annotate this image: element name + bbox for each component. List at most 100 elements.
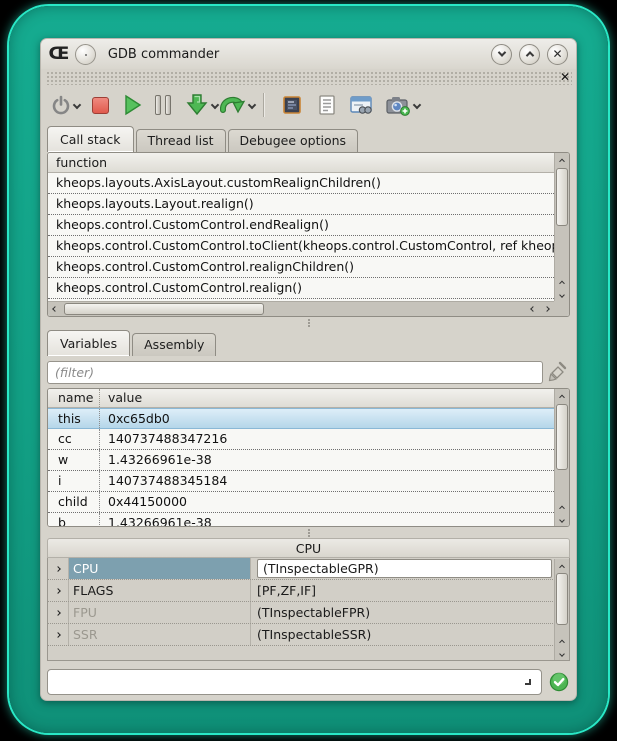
expander-icon[interactable] <box>48 624 68 645</box>
cpu-row[interactable]: FLAGS [PF,ZF,IF] <box>48 580 569 602</box>
cpu-value-editor[interactable]: (TInspectableGPR) <box>257 559 552 578</box>
scrollbar-track[interactable] <box>555 166 569 275</box>
shade-button[interactable] <box>491 44 512 65</box>
pause-button[interactable] <box>155 91 171 119</box>
variable-value: 140737488347216 <box>100 429 554 449</box>
cpu-row[interactable]: SSR (TInspectableSSR) <box>48 624 569 646</box>
cpu-view-button[interactable] <box>281 91 303 119</box>
cpu-row-name[interactable]: SSR <box>68 624 250 645</box>
chevron-down-icon <box>497 48 505 56</box>
scrollbar-thumb[interactable] <box>556 404 568 470</box>
cpu-grid: CPU (TInspectableGPR) FLAGS [PF,ZF,IF] F… <box>47 558 570 661</box>
cpu-row-name[interactable]: FPU <box>68 602 250 623</box>
scrollbar-track[interactable] <box>62 302 526 316</box>
close-window-button[interactable]: ✕ <box>547 44 568 65</box>
call-stack-panel: function kheops.layouts.AxisLayout.custo… <box>47 152 570 317</box>
splitter-handle[interactable] <box>41 527 576 538</box>
variable-value: 1.43266961e-38 <box>100 513 554 527</box>
tab-thread-list[interactable]: Thread list <box>136 129 226 152</box>
variable-row[interactable]: child 0x44150000 <box>48 492 554 513</box>
filter-row <box>47 360 570 384</box>
cpu-row-value[interactable]: (TInspectableSSR) <box>250 624 554 645</box>
scroll-up-icon[interactable] <box>555 634 569 647</box>
call-stack-row[interactable]: kheops.layouts.Layout.realign() <box>48 194 554 215</box>
scroll-up-icon[interactable] <box>555 500 569 513</box>
tab-call-stack[interactable]: Call stack <box>47 126 134 152</box>
scroll-down-icon[interactable] <box>555 647 569 660</box>
scroll-up-icon[interactable] <box>555 153 569 166</box>
call-stack-row[interactable]: kheops.control.CustomControl.realign() <box>48 278 554 299</box>
step-into-button[interactable] <box>185 91 209 119</box>
scroll-left-icon[interactable] <box>526 307 540 311</box>
call-stack-column-header[interactable]: function <box>48 153 554 173</box>
stack-tabbar: Call stack Thread list Debugee options <box>41 125 576 152</box>
expander-icon[interactable] <box>48 580 68 601</box>
tab-debugee-options[interactable]: Debugee options <box>228 129 359 152</box>
snapshot-button[interactable] <box>385 91 411 119</box>
step-into-menu-button[interactable] <box>212 91 218 119</box>
scrollbar-track[interactable] <box>555 572 569 634</box>
send-command-button[interactable] <box>548 671 570 693</box>
power-menu-button[interactable] <box>74 91 80 119</box>
variable-row[interactable]: cc 140737488347216 <box>48 429 554 450</box>
column-header-value[interactable]: value <box>100 389 554 407</box>
cpu-row-value[interactable]: (TInspectableGPR) <box>250 558 554 579</box>
call-stack-row[interactable]: kheops.control.CustomControl.realignChil… <box>48 257 554 278</box>
stop-button[interactable] <box>92 91 109 119</box>
unshade-button[interactable] <box>519 44 540 65</box>
variable-row[interactable]: i 140737488345184 <box>48 471 554 492</box>
variable-row[interactable]: w 1.43266961e-38 <box>48 450 554 471</box>
step-over-button[interactable] <box>220 91 246 119</box>
tab-variables[interactable]: Variables <box>47 330 130 356</box>
watch-window-button[interactable] <box>349 91 373 119</box>
filter-input[interactable] <box>47 361 543 384</box>
scroll-up-icon[interactable] <box>555 559 569 572</box>
cpu-row-name[interactable]: CPU <box>68 558 250 579</box>
clear-filter-button[interactable] <box>546 360 570 384</box>
run-icon <box>123 94 143 116</box>
window-menu-button[interactable] <box>75 44 96 65</box>
call-stack-row[interactable]: kheops.control.CustomControl.endRealign(… <box>48 215 554 236</box>
cpu-vscrollbar[interactable] <box>554 559 569 660</box>
gdb-command-combobox[interactable] <box>47 669 542 695</box>
expander-icon[interactable] <box>48 558 68 579</box>
call-stack-vscrollbar[interactable] <box>554 153 569 301</box>
cpu-row-name[interactable]: FLAGS <box>68 580 250 601</box>
scroll-up-icon[interactable] <box>555 389 569 402</box>
variables-vscrollbar[interactable] <box>554 389 569 526</box>
call-stack-row[interactable]: kheops.control.CustomControl.toClient(kh… <box>48 236 554 257</box>
scroll-up-icon[interactable] <box>555 275 569 288</box>
scrollbar-track[interactable] <box>555 402 569 500</box>
dock-drag-handle[interactable]: ✕ <box>45 70 572 85</box>
step-over-menu-button[interactable] <box>249 91 255 119</box>
scrollbar-thumb[interactable] <box>556 168 568 226</box>
call-stack-row[interactable]: kheops.layouts.AxisLayout.customRealignC… <box>48 173 554 194</box>
messages-button[interactable] <box>317 91 337 119</box>
variable-row[interactable]: this 0xc65db0 <box>48 408 554 429</box>
step-into-icon <box>185 93 209 117</box>
call-stack-hscrollbar[interactable] <box>48 301 554 316</box>
cpu-row[interactable]: FPU (TInspectableFPR) <box>48 602 569 624</box>
cpu-row-value[interactable]: (TInspectableFPR) <box>250 602 554 623</box>
stop-icon <box>92 97 109 114</box>
variable-row[interactable]: b 1.43266961e-38 <box>48 513 554 527</box>
scroll-right-icon[interactable] <box>540 307 554 311</box>
cpu-row[interactable]: CPU (TInspectableGPR) <box>48 558 569 580</box>
apply-check-icon <box>549 672 569 692</box>
scroll-down-icon[interactable] <box>555 288 569 301</box>
scrollbar-thumb[interactable] <box>556 573 568 625</box>
tab-assembly[interactable]: Assembly <box>132 333 216 356</box>
dock-close-icon[interactable]: ✕ <box>560 70 570 84</box>
expander-icon[interactable] <box>48 602 68 623</box>
splitter-handle[interactable] <box>41 317 576 328</box>
snapshot-menu-button[interactable] <box>414 91 420 119</box>
run-button[interactable] <box>123 91 143 119</box>
column-header-name[interactable]: name <box>48 389 100 407</box>
power-button[interactable] <box>51 91 71 119</box>
scroll-down-icon[interactable] <box>555 513 569 526</box>
scroll-left-icon[interactable] <box>48 307 62 311</box>
pause-icon <box>155 95 171 115</box>
variable-name: this <box>48 409 100 428</box>
scrollbar-thumb[interactable] <box>64 303 264 315</box>
cpu-row-value[interactable]: [PF,ZF,IF] <box>250 580 554 601</box>
